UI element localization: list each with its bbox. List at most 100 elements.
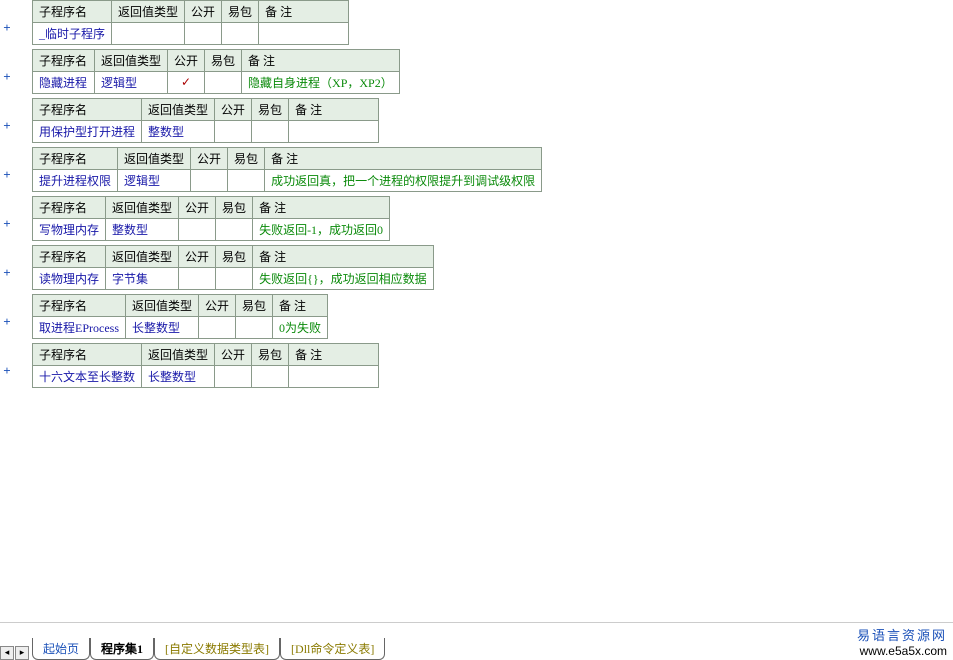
- tab-next-button[interactable]: ▸: [15, 646, 29, 660]
- name-cell[interactable]: 写物理内存: [33, 219, 106, 241]
- return-type-cell[interactable]: 长整数型: [142, 366, 215, 388]
- remark-cell[interactable]: [259, 23, 349, 45]
- return-type-cell[interactable]: 整数型: [142, 121, 215, 143]
- public-cell[interactable]: [199, 317, 236, 339]
- column-header: 易包: [216, 197, 253, 219]
- name-cell[interactable]: 十六文本至长整数: [33, 366, 142, 388]
- column-header: 子程序名: [33, 50, 95, 72]
- tab-dll-cmd[interactable]: [Dll命令定义表]: [280, 638, 385, 660]
- column-header: 备 注: [273, 295, 328, 317]
- subroutine-table: 子程序名返回值类型公开易包备 注十六文本至长整数长整数型: [32, 343, 379, 388]
- tab-nav-group: ◂ ▸ 起始页 程序集1 [自定义数据类型表] [Dll命令定义表]: [0, 638, 385, 660]
- public-cell[interactable]: [215, 366, 252, 388]
- subroutine-block: +子程序名返回值类型公开易包备 注写物理内存整数型失败返回-1，成功返回0: [0, 196, 953, 241]
- column-header: 公开: [199, 295, 236, 317]
- return-type-cell[interactable]: 整数型: [106, 219, 179, 241]
- name-cell[interactable]: 用保护型打开进程: [33, 121, 142, 143]
- public-cell[interactable]: ✓: [168, 72, 205, 94]
- easy-pkg-cell[interactable]: [228, 170, 265, 192]
- table-row[interactable]: 取进程EProcess长整数型 0为失败: [33, 317, 328, 339]
- return-type-cell[interactable]: 逻辑型: [95, 72, 168, 94]
- column-header: 公开: [179, 197, 216, 219]
- remark-cell[interactable]: [289, 121, 379, 143]
- name-cell[interactable]: _临时子程序: [33, 23, 112, 45]
- column-header: 公开: [215, 99, 252, 121]
- easy-pkg-cell[interactable]: [252, 366, 289, 388]
- column-header: 备 注: [265, 148, 542, 170]
- public-cell[interactable]: [179, 268, 216, 290]
- tab-program-set[interactable]: 程序集1: [90, 638, 154, 660]
- easy-pkg-cell[interactable]: [205, 72, 242, 94]
- column-header: 公开: [215, 344, 252, 366]
- expand-icon[interactable]: +: [0, 343, 14, 379]
- column-header: 易包: [252, 99, 289, 121]
- remark-cell[interactable]: 失败返回{}，成功返回相应数据: [253, 268, 434, 290]
- name-cell[interactable]: 取进程EProcess: [33, 317, 126, 339]
- column-header: 备 注: [253, 246, 434, 268]
- tab-custom-type[interactable]: [自定义数据类型表]: [154, 638, 280, 660]
- subroutine-list: +子程序名返回值类型公开易包备 注_临时子程序+子程序名返回值类型公开易包备 注…: [0, 0, 953, 622]
- column-header: 易包: [216, 246, 253, 268]
- expand-icon[interactable]: +: [0, 245, 14, 281]
- tabs: 起始页 程序集1 [自定义数据类型表] [Dll命令定义表]: [32, 638, 385, 660]
- expand-icon[interactable]: +: [0, 98, 14, 134]
- expand-icon[interactable]: +: [0, 147, 14, 183]
- subroutine-block: +子程序名返回值类型公开易包备 注读物理内存字节集失败返回{}，成功返回相应数据: [0, 245, 953, 290]
- subroutine-block: +子程序名返回值类型公开易包备 注_临时子程序: [0, 0, 953, 45]
- table-row[interactable]: _临时子程序: [33, 23, 349, 45]
- branding: 易语言资源网 www.e5a5x.com: [857, 625, 953, 660]
- column-header: 返回值类型: [106, 246, 179, 268]
- name-cell[interactable]: 提升进程权限: [33, 170, 118, 192]
- expand-icon[interactable]: +: [0, 49, 14, 85]
- table-row[interactable]: 十六文本至长整数长整数型: [33, 366, 379, 388]
- column-header: 返回值类型: [112, 1, 185, 23]
- table-row[interactable]: 提升进程权限逻辑型 成功返回真，把一个进程的权限提升到调试级权限: [33, 170, 542, 192]
- public-cell[interactable]: [185, 23, 222, 45]
- column-header: 易包: [222, 1, 259, 23]
- remark-cell[interactable]: 0为失败: [273, 317, 328, 339]
- easy-pkg-cell[interactable]: [222, 23, 259, 45]
- subroutine-block: + 子程序名返回值类型公开易包备 注十六文本至长整数长整数型: [0, 343, 953, 388]
- expand-icon[interactable]: +: [0, 294, 14, 330]
- subroutine-table: 子程序名返回值类型公开易包备 注提升进程权限逻辑型成功返回真，把一个进程的权限提…: [32, 147, 542, 192]
- column-header: 子程序名: [33, 148, 118, 170]
- column-header: 子程序名: [33, 197, 106, 219]
- column-header: 公开: [168, 50, 205, 72]
- subroutine-block: +子程序名返回值类型公开易包备 注取进程EProcess长整数型0为失败: [0, 294, 953, 339]
- expand-icon[interactable]: +: [0, 0, 14, 36]
- public-cell[interactable]: [191, 170, 228, 192]
- subroutine-table: 子程序名返回值类型公开易包备 注隐藏进程逻辑型✓隐藏自身进程（XP，XP2）: [32, 49, 400, 94]
- table-row[interactable]: 读物理内存字节集 失败返回{}，成功返回相应数据: [33, 268, 434, 290]
- tab-start[interactable]: 起始页: [32, 638, 90, 660]
- easy-pkg-cell[interactable]: [236, 317, 273, 339]
- expand-icon[interactable]: +: [0, 196, 14, 232]
- column-header: 返回值类型: [142, 344, 215, 366]
- subroutine-table: 子程序名返回值类型公开易包备 注用保护型打开进程整数型: [32, 98, 379, 143]
- public-cell[interactable]: [215, 121, 252, 143]
- return-type-cell[interactable]: 逻辑型: [118, 170, 191, 192]
- remark-cell[interactable]: 成功返回真，把一个进程的权限提升到调试级权限: [265, 170, 542, 192]
- name-cell[interactable]: 隐藏进程: [33, 72, 95, 94]
- column-header: 返回值类型: [126, 295, 199, 317]
- easy-pkg-cell[interactable]: [216, 219, 253, 241]
- remark-cell[interactable]: [289, 366, 379, 388]
- return-type-cell[interactable]: 长整数型: [126, 317, 199, 339]
- easy-pkg-cell[interactable]: [252, 121, 289, 143]
- column-header: 子程序名: [33, 344, 142, 366]
- subroutine-table: 子程序名返回值类型公开易包备 注读物理内存字节集失败返回{}，成功返回相应数据: [32, 245, 434, 290]
- return-type-cell[interactable]: 字节集: [106, 268, 179, 290]
- tab-prev-button[interactable]: ◂: [0, 646, 14, 660]
- remark-cell[interactable]: 失败返回-1，成功返回0: [253, 219, 390, 241]
- subroutine-block: + 子程序名返回值类型公开易包备 注用保护型打开进程整数型: [0, 98, 953, 143]
- easy-pkg-cell[interactable]: [216, 268, 253, 290]
- return-type-cell[interactable]: [112, 23, 185, 45]
- column-header: 返回值类型: [106, 197, 179, 219]
- table-row[interactable]: 用保护型打开进程整数型: [33, 121, 379, 143]
- column-header: 子程序名: [33, 295, 126, 317]
- name-cell[interactable]: 读物理内存: [33, 268, 106, 290]
- public-cell[interactable]: [179, 219, 216, 241]
- remark-cell[interactable]: 隐藏自身进程（XP，XP2）: [242, 72, 400, 94]
- table-row[interactable]: 隐藏进程逻辑型✓ 隐藏自身进程（XP，XP2）: [33, 72, 400, 94]
- table-row[interactable]: 写物理内存整数型 失败返回-1，成功返回0: [33, 219, 390, 241]
- column-header: 公开: [179, 246, 216, 268]
